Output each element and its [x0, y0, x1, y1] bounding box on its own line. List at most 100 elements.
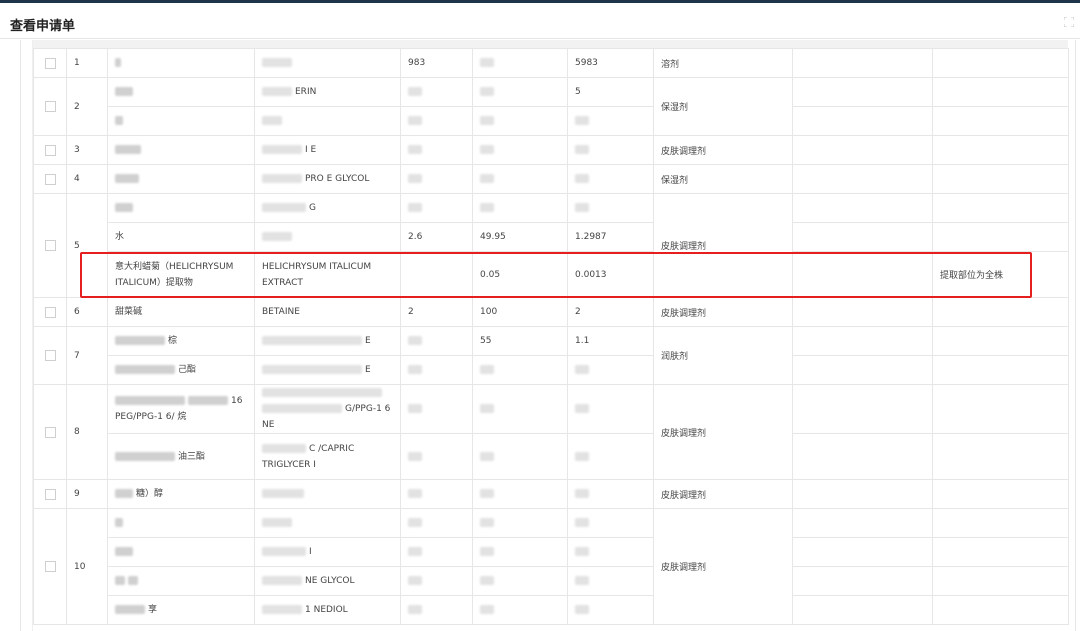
content-cell-2 [472, 193, 568, 223]
empty-cell [792, 433, 933, 480]
fullscreen-icon[interactable] [1064, 17, 1074, 27]
row-checkbox[interactable] [44, 306, 56, 318]
inci-name-cell: BETAINE [254, 297, 401, 327]
table-row: 8 16 PEG/PPG-1 6/ 烷 G/PPG-1 6 NE 皮肤调理剂 [33, 384, 1069, 480]
chinese-name-cell [107, 77, 255, 107]
table-row: NE GLYCOL [34, 566, 1069, 596]
content-cell-3 [567, 355, 654, 385]
row-checkbox[interactable] [44, 426, 56, 438]
table-row: 油三酯 C /CAPRIC TRIGLYCER I [34, 433, 1069, 480]
redacted-text [115, 547, 133, 556]
redacted-text [408, 547, 422, 556]
content-cell-3 [567, 479, 654, 509]
row-checkbox[interactable] [44, 350, 56, 361]
empty-cell [792, 479, 933, 509]
redacted-text [575, 576, 589, 585]
redacted-text [480, 203, 494, 212]
chinese-name: 糖）醇 [136, 489, 164, 499]
inci-name-cell: C /CAPRIC TRIGLYCER I [254, 433, 401, 480]
inci-name: HELICHRYSUM ITALICUM EXTRACT [262, 261, 372, 288]
row-checkbox[interactable] [44, 144, 56, 156]
row-index: 2 [66, 77, 108, 136]
content-value: 1.2987 [575, 232, 607, 242]
content-cell-3 [567, 193, 654, 223]
row-checkbox-cell [33, 48, 67, 78]
content-value: 2.6 [408, 232, 423, 242]
redacted-text [115, 576, 125, 585]
content-value: 1.1 [575, 336, 590, 346]
row-checkbox[interactable] [44, 173, 56, 185]
row-index: 3 [66, 135, 108, 165]
redacted-text [408, 451, 422, 461]
redacted-text [480, 576, 494, 585]
row-index-text: 1 [74, 58, 80, 68]
redacted-text [408, 605, 422, 614]
row-checkbox[interactable] [44, 101, 56, 112]
content-value: 0.0013 [575, 269, 607, 280]
table-row: 1 983 5983 溶剂 [33, 48, 1069, 78]
row-checkbox[interactable] [44, 240, 56, 251]
empty-cell [792, 326, 933, 356]
row-checkbox[interactable] [44, 561, 56, 572]
empty-cell [792, 384, 933, 434]
content-cell-1 [400, 77, 473, 107]
redacted-text [115, 489, 133, 498]
table-row: 6 甜菜碱 BETAINE 2 100 2 皮肤调理剂 [33, 297, 1069, 327]
content-cell-2 [472, 537, 568, 567]
table-row: 2 ERIN 5 保湿剂 [33, 77, 1069, 136]
redacted-text [115, 87, 133, 96]
inci-name-cell: E [254, 326, 401, 356]
redacted-text [408, 116, 422, 125]
chinese-name-cell: 意大利蜡菊（HELICHRYSUM ITALICUM）提取物 [107, 251, 255, 298]
redacted-text [262, 232, 292, 241]
note-cell [932, 479, 1069, 509]
table-row: 4 PRO E GLYCOL 保湿剂 [33, 164, 1069, 194]
content-cell-1 [400, 326, 473, 356]
redacted-text [262, 58, 292, 67]
redacted-text [575, 605, 589, 614]
chinese-name-cell: 16 PEG/PPG-1 6/ 烷 [107, 384, 255, 434]
content-cell-3 [567, 135, 654, 165]
content-cell-3: 0.0013 [567, 251, 654, 298]
chinese-name: 棕 [168, 336, 178, 346]
table-row: 7 棕 E 55 1.1 润肤剂 [33, 326, 1069, 385]
inci-name-cell [254, 508, 401, 538]
function-text: 保湿剂 [661, 103, 689, 113]
redacted-text [262, 145, 302, 154]
chinese-name-cell [107, 508, 255, 538]
row-checkbox[interactable] [44, 57, 56, 69]
inci-name: E [365, 365, 371, 375]
chinese-name: 己酯 [178, 365, 197, 375]
chinese-name-cell: 水 [107, 222, 255, 252]
inci-name-cell: I E [254, 135, 401, 165]
note-text: 提取部位为全株 [940, 271, 1004, 281]
redacted-text [262, 518, 292, 527]
empty-cell [792, 508, 933, 538]
function-cell: 皮肤调理剂 [653, 135, 793, 165]
row-index: 4 [66, 164, 108, 194]
table-row: 10 皮肤调理剂 [33, 508, 1069, 625]
content-cell-1 [400, 479, 473, 509]
content-value: 100 [480, 307, 498, 317]
redacted-text [575, 116, 589, 125]
redacted-text [408, 336, 422, 345]
chinese-name-cell [107, 164, 255, 194]
content-cell-3: 5 [567, 77, 654, 107]
content-cell-1: 2.6 [400, 222, 473, 252]
function-cell: 皮肤调理剂 [653, 384, 793, 480]
content-cell-3 [567, 595, 654, 625]
redacted-text [575, 174, 589, 183]
inci-name-cell [254, 222, 401, 252]
note-cell [932, 77, 1069, 107]
row-checkbox[interactable] [44, 488, 56, 500]
redacted-text [262, 443, 306, 453]
redacted-text [480, 174, 494, 183]
content-cell-3 [567, 384, 654, 434]
chinese-name-cell: 油三酯 [107, 433, 255, 480]
row-index-text: 5 [74, 240, 80, 251]
table-header-strip [33, 40, 1068, 48]
content-cell-3 [567, 164, 654, 194]
redacted-text [480, 365, 494, 374]
table-row: 3 I E 皮肤调理剂 [33, 135, 1069, 165]
row-index-text: 6 [74, 307, 80, 317]
